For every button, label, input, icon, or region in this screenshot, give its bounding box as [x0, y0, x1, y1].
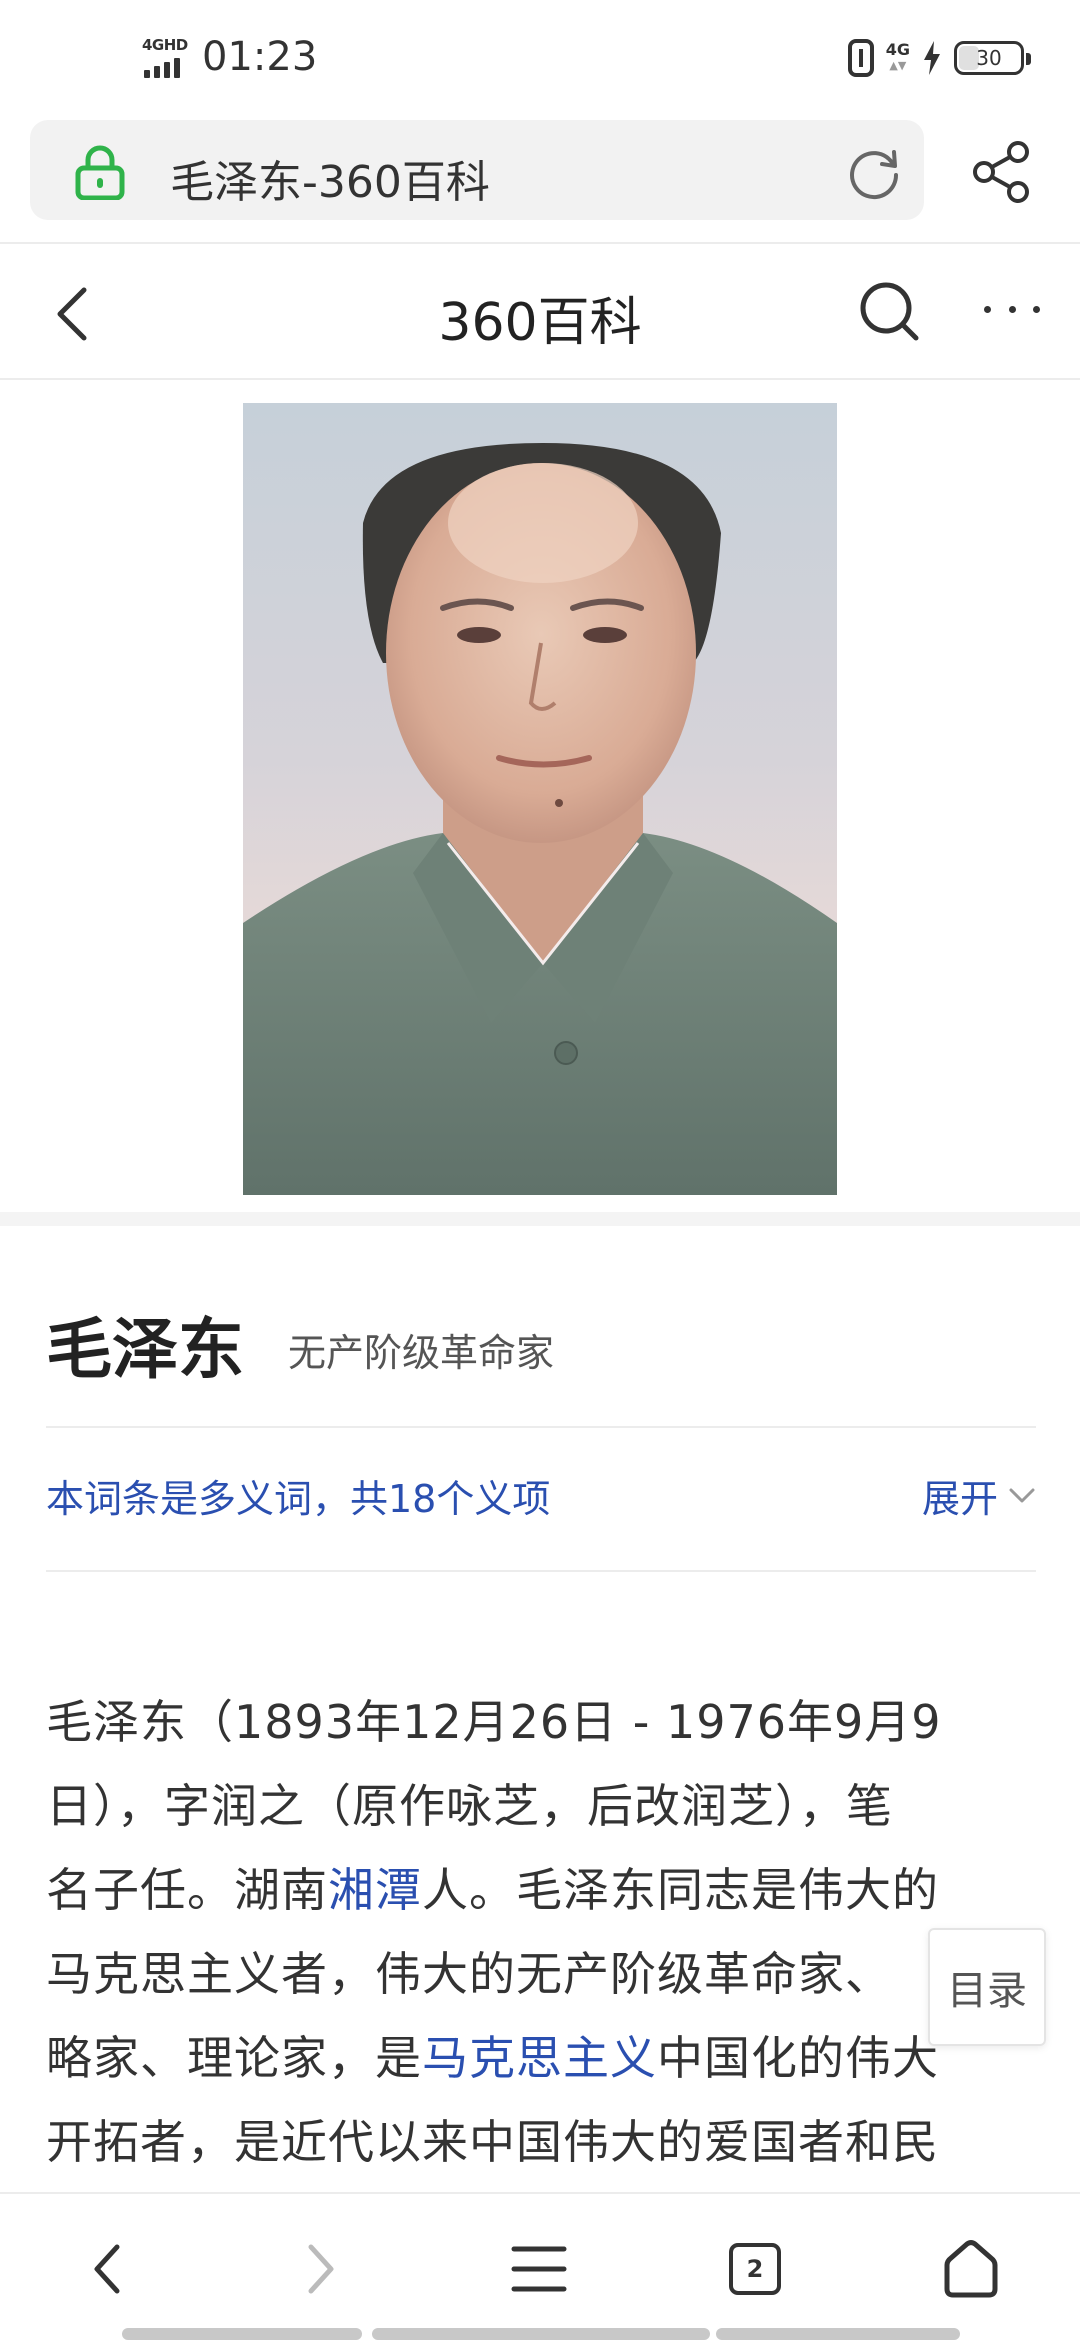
back-icon[interactable]: [52, 284, 92, 344]
article-line: 日），字润之（原作咏芝，后改润芝），笔: [46, 1779, 893, 1833]
network-tag: 4GHD: [142, 36, 188, 54]
article-line: 马克思主义者，伟大的无产阶级革命家、: [46, 1947, 892, 2001]
article-body: 毛泽东（1893年12月26日 - 1976年9月9 日），字润之（原作咏芝，后…: [46, 1680, 1036, 2184]
page-header: 360百科: [0, 244, 1080, 378]
link-xiangtan[interactable]: 湘潭: [328, 1863, 422, 1917]
tabs-button[interactable]: 2: [720, 2234, 790, 2304]
chevron-down-icon: [1009, 1488, 1035, 1502]
battery-level: 30: [976, 46, 1002, 70]
tabs-icon: 2: [729, 2243, 781, 2295]
nav-forward-icon: [308, 2244, 334, 2294]
expand-button[interactable]: 展开: [922, 1468, 1036, 1523]
expand-label: 展开: [921, 1477, 998, 1521]
home-indicator: [372, 2328, 710, 2340]
status-bar: 4GHD 01:23 4G ▲▼ 30: [0, 0, 1080, 112]
portrait-image[interactable]: [243, 403, 837, 1195]
polysemy-notice[interactable]: 本词条是多义词，共18个义项: [46, 1468, 550, 1523]
menu-icon: [511, 2246, 567, 2292]
share-icon[interactable]: [970, 140, 1034, 204]
address-bar-row: 毛泽东-360百科: [0, 112, 1080, 242]
charging-icon: [924, 41, 940, 75]
more-icon[interactable]: [984, 306, 1040, 320]
entry-subtitle: 无产阶级革命家: [288, 1331, 555, 1375]
nav-forward-button[interactable]: [286, 2234, 356, 2304]
article-line: 名子任。湖南湘潭人。毛泽东同志是伟大的: [46, 1863, 939, 1917]
article-line: 毛泽东（1893年12月26日 - 1976年9月9: [46, 1695, 942, 1749]
url-text[interactable]: 毛泽东-360百科: [170, 146, 490, 210]
home-indicator: [122, 2328, 362, 2340]
reload-icon[interactable]: [844, 142, 904, 202]
network-4g-indicator: 4G ▲▼: [885, 40, 910, 73]
bluetooth-icon: [847, 39, 874, 77]
divider: [46, 1426, 1036, 1428]
battery-icon: 30: [954, 41, 1031, 75]
divider: [46, 1570, 1036, 1572]
polysemy-row[interactable]: 本词条是多义词，共18个义项 展开: [46, 1468, 1036, 1528]
browser-screen: 4GHD 01:23 4G ▲▼ 30 毛泽东-360百科 360百科 毛泽东 …: [0, 0, 1080, 2340]
home-icon: [944, 2240, 998, 2298]
status-time: 01:23: [202, 34, 318, 80]
address-bar[interactable]: 毛泽东-360百科: [30, 120, 924, 220]
search-icon[interactable]: [858, 280, 920, 342]
home-indicator: [716, 2328, 960, 2340]
nav-back-button[interactable]: [72, 2234, 142, 2304]
divider: [0, 378, 1080, 380]
entry-title: 毛泽东: [46, 1311, 244, 1388]
link-marxism[interactable]: 马克思主义: [422, 2031, 657, 2085]
bottom-nav: 2: [0, 2192, 1080, 2340]
section-separator: [0, 1212, 1080, 1226]
nav-back-icon: [94, 2244, 120, 2294]
menu-button[interactable]: [504, 2234, 574, 2304]
lock-icon: [75, 145, 125, 200]
article-line: 开拓者，是近代以来中国伟大的爱国者和民: [46, 2115, 939, 2169]
toc-button[interactable]: 目录: [928, 1928, 1046, 2046]
home-button[interactable]: [936, 2234, 1006, 2304]
article-line: 略家、理论家，是马克思主义中国化的伟大: [46, 2031, 939, 2085]
signal-icon: 4GHD: [142, 36, 192, 78]
